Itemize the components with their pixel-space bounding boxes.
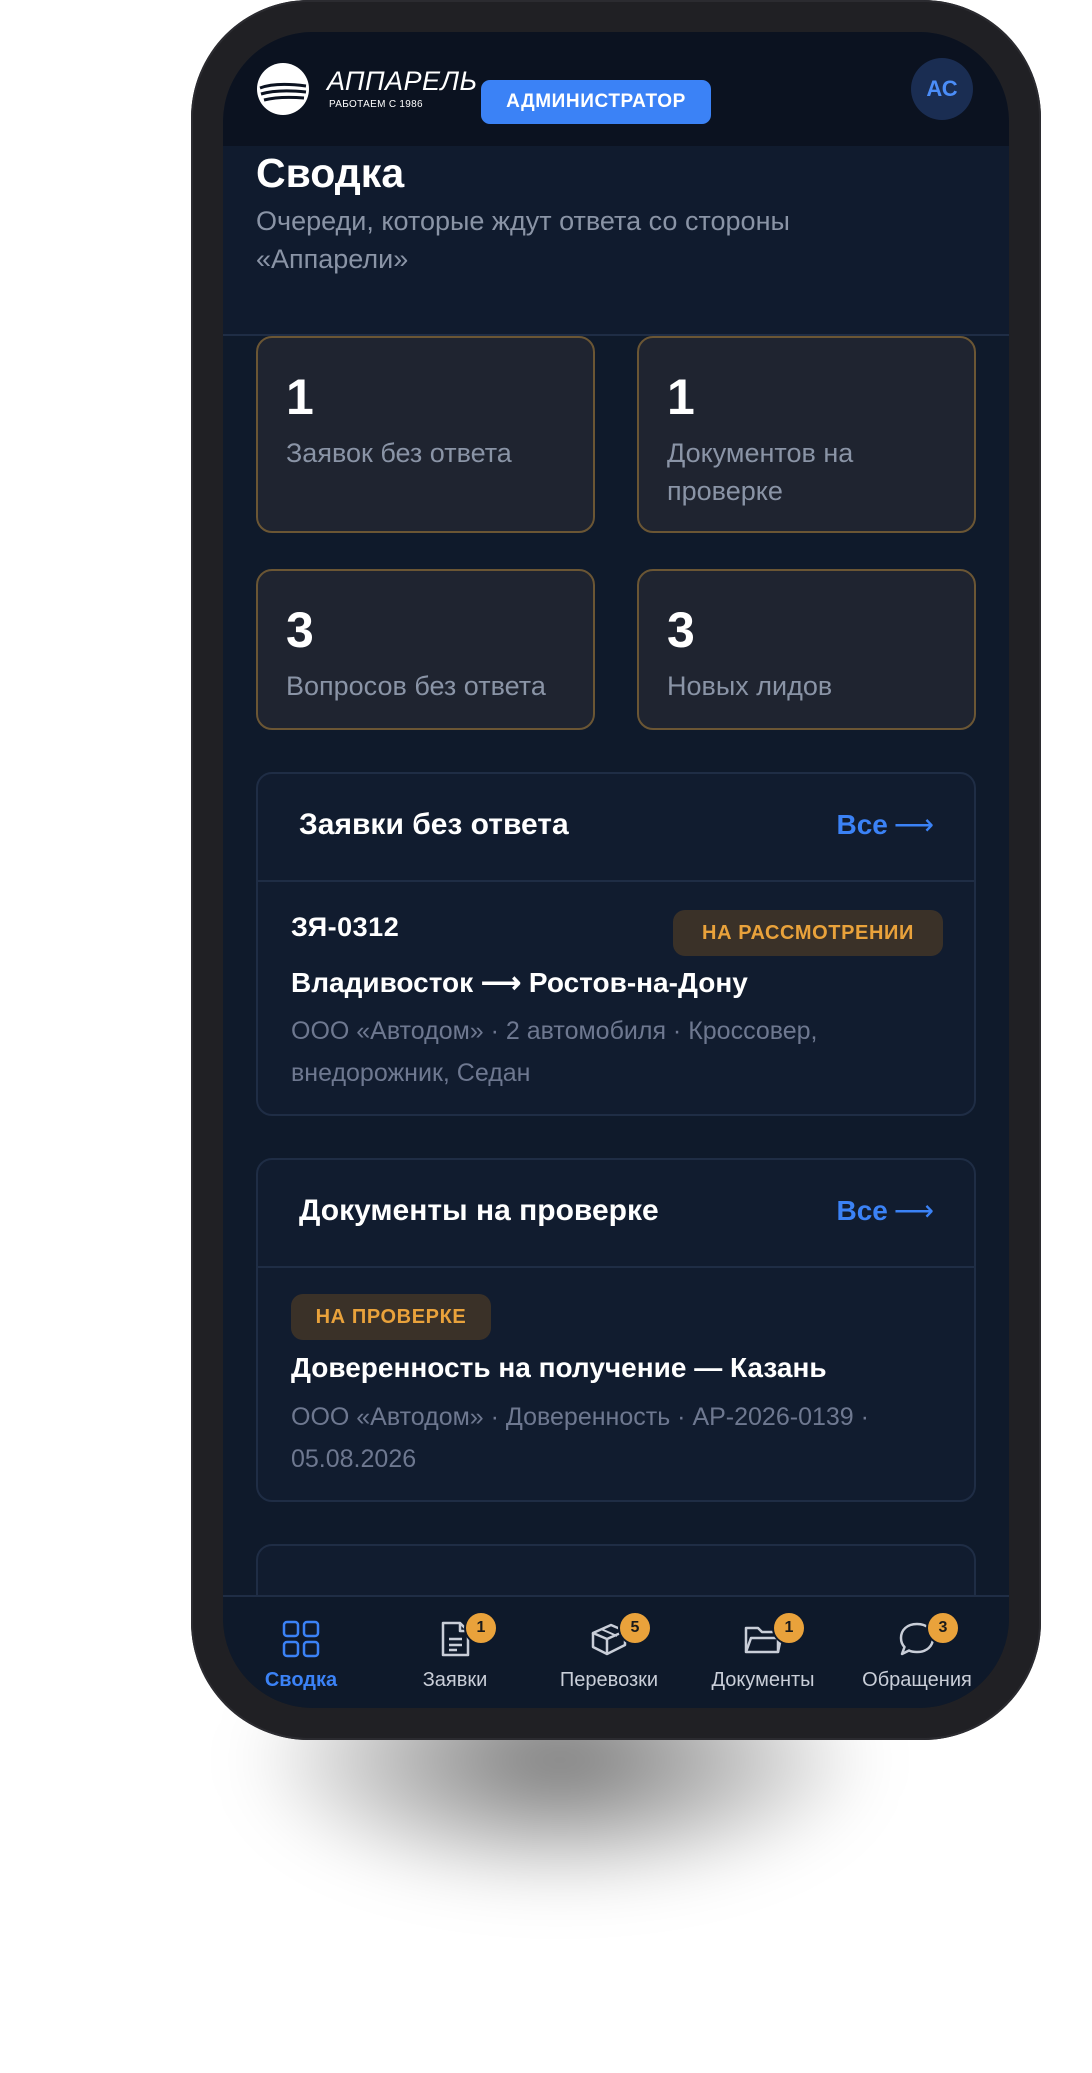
app-screen: АППАРЕЛЬ РАБОТАЕМ С 1986 АДМИНИСТРАТОР А… xyxy=(223,32,1009,1708)
stat-value: 1 xyxy=(286,369,314,425)
panel-title: Заявки без ответа xyxy=(299,808,569,841)
link-label: Все xyxy=(836,809,888,840)
documents-panel: Документы на проверке Все ⟶ НА ПРОВЕРКЕ Д… xyxy=(256,1158,976,1502)
link-label: Все xyxy=(836,1195,888,1226)
stat-card-documents[interactable]: 1 Документов на проверке xyxy=(637,336,976,533)
requests-panel: Заявки без ответа Все ⟶ ЗЯ-0312 НА РАССМО… xyxy=(256,772,976,1116)
page-title: Сводка xyxy=(256,150,405,196)
logo-title: АППАРЕЛЬ xyxy=(327,66,478,96)
avatar[interactable]: АС xyxy=(911,58,973,120)
nav-label: Сводка xyxy=(264,1669,338,1691)
request-meta: ООО «Автодом» · 2 автомобиля · Кроссовер… xyxy=(291,1017,818,1087)
stat-label: Вопросов без ответа xyxy=(286,671,546,701)
stat-card-questions[interactable]: 3 Вопросов без ответа xyxy=(256,569,595,730)
document-meta: ООО «Автодом» · Доверенность · АР-2026-0… xyxy=(291,1403,869,1473)
nav-badge: 3 xyxy=(926,1611,960,1645)
nav-item-appeals[interactable]: 3 Обращения xyxy=(842,1597,992,1708)
stat-label: Заявок без ответа xyxy=(286,438,512,468)
request-route[interactable]: Владивосток ⟶ Ростов-на-Дону xyxy=(291,966,748,999)
nav-badge: 1 xyxy=(464,1611,498,1645)
nav-badge: 1 xyxy=(772,1611,806,1645)
page-heading: Сводка Очереди, которые ждут ответа со с… xyxy=(223,146,1009,336)
panel-header: Заявки без ответа Все ⟶ xyxy=(258,774,974,882)
nav-label: Обращения xyxy=(862,1669,972,1691)
panel-title: Документы на проверке xyxy=(299,1194,659,1227)
arrow-right-icon: ⟶ xyxy=(893,809,934,840)
stat-card-leads[interactable]: 3 Новых лидов xyxy=(637,569,976,730)
panel-header: Документы на проверке Все ⟶ xyxy=(258,1160,974,1268)
stat-card-requests[interactable]: 1 Заявок без ответа xyxy=(256,336,595,533)
bottom-nav: Сводка 1 Заявки 5 Перевозки 1 Документы … xyxy=(223,1595,1009,1708)
stat-value: 3 xyxy=(286,602,314,658)
nav-item-shipments[interactable]: 5 Перевозки xyxy=(534,1597,684,1708)
stat-value: 3 xyxy=(667,602,695,658)
nav-badge: 5 xyxy=(618,1611,652,1645)
logo-subtitle: РАБОТАЕМ С 1986 xyxy=(329,99,423,110)
stat-label: Новых лидов xyxy=(667,671,833,701)
role-badge: АДМИНИСТРАТОР xyxy=(481,80,711,124)
stat-value: 1 xyxy=(667,369,695,425)
nav-item-documents[interactable]: 1 Документы xyxy=(688,1597,838,1708)
grid-icon xyxy=(282,1620,320,1658)
view-all-requests-link[interactable]: Все ⟶ xyxy=(836,808,934,841)
app-header: АППАРЕЛЬ РАБОТАЕМ С 1986 АДМИНИСТРАТОР А… xyxy=(223,32,1009,146)
nav-item-requests[interactable]: 1 Заявки xyxy=(380,1597,530,1708)
request-id: ЗЯ-0312 xyxy=(291,912,400,942)
nav-item-summary[interactable]: Сводка xyxy=(226,1597,376,1708)
page-subtitle: Очереди, которые ждут ответа со стороны … xyxy=(256,206,790,274)
status-badge: НА ПРОВЕРКЕ xyxy=(291,1294,491,1340)
stat-label: Документов на проверке xyxy=(667,438,854,506)
nav-label: Заявки xyxy=(422,1669,488,1691)
view-all-documents-link[interactable]: Все ⟶ xyxy=(836,1194,934,1227)
nav-label: Перевозки xyxy=(559,1669,659,1691)
arrow-right-icon: ⟶ xyxy=(893,1195,934,1226)
document-title[interactable]: Доверенность на получение — Казань xyxy=(291,1352,827,1384)
nav-label: Документы xyxy=(711,1669,815,1691)
logo-icon xyxy=(257,63,309,115)
status-badge: НА РАССМОТРЕНИИ xyxy=(673,910,943,956)
